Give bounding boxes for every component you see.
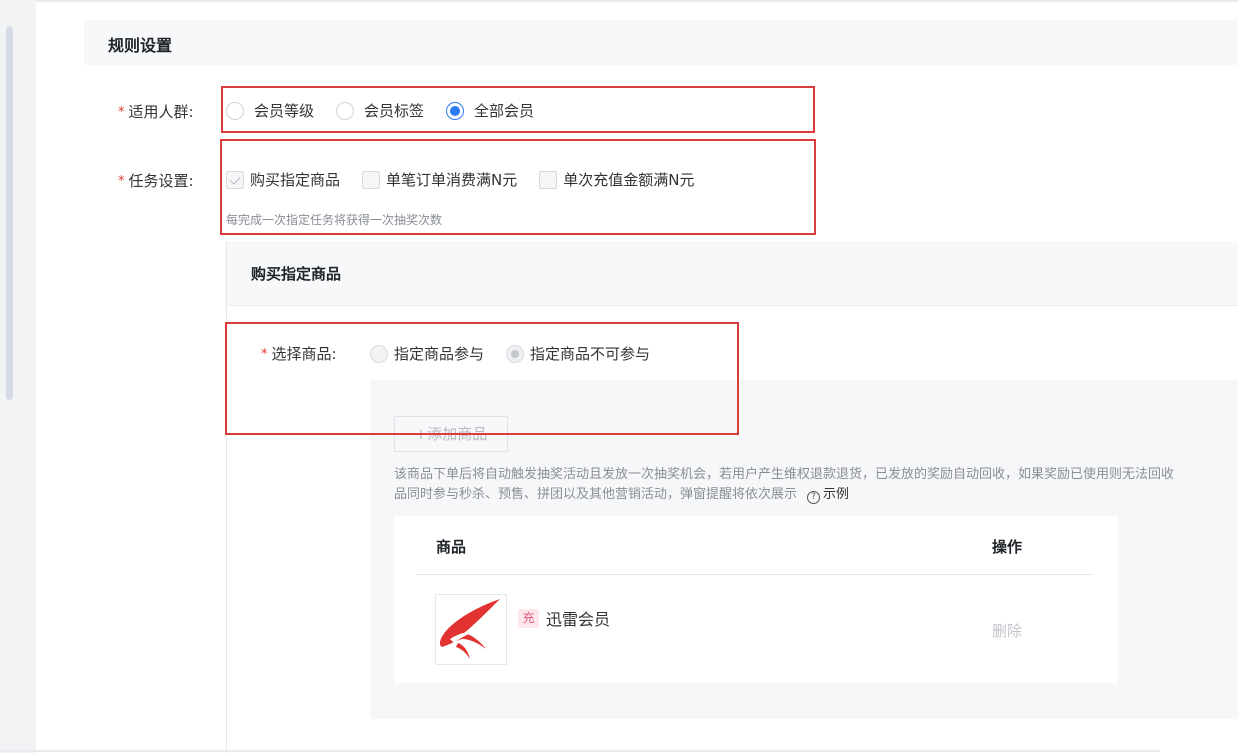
task-label-wrap: * 任务设置: (118, 170, 194, 191)
recharge-tag: 充 (518, 609, 539, 628)
audience-label-wrap: * 适用人群: (118, 101, 194, 122)
annotation-box-audience (221, 86, 815, 133)
example-link[interactable]: 示例 (823, 487, 849, 502)
annotation-box-task (220, 139, 816, 235)
goods-table: 商品 操作 充 迅雷会员 删除 (394, 516, 1118, 683)
table-header-goods: 商品 (436, 538, 467, 556)
goods-description-line1: 该商品下单后将自动触发抽奖活动且发放一次抽奖机会，若用户产生维权退款退货，已发放… (394, 467, 1175, 482)
table-header-divider (416, 574, 1094, 575)
question-circle-icon[interactable]: ? (807, 491, 821, 504)
top-divider (36, 0, 1238, 2)
annotation-box-select-goods (225, 322, 739, 435)
task-label: 任务设置: (128, 172, 194, 190)
delete-goods-link[interactable]: 删除 (992, 620, 1022, 641)
rule-settings-card: 规则设置 * 适用人群: 会员等级 会员标签 全部会员 * 任务设置: 购买指定商品… (36, 0, 1238, 753)
goods-thumbnail-xunlei-logo-icon (435, 594, 507, 665)
purchase-panel: 购买指定商品 * 选择商品: 指定商品参与 指定商品不可参与 +添加商品 该商品下… (226, 241, 1238, 753)
purchase-panel-header: 购买指定商品 (227, 241, 1238, 306)
scrollbar-thumb[interactable] (6, 26, 13, 400)
section-title: 规则设置 (108, 36, 173, 55)
goods-name: 迅雷会员 (546, 610, 611, 629)
goods-description-line2: 品同时参与秒杀、预售、拼团以及其他营销活动，弹窗提醒将依次展示 (394, 487, 798, 502)
required-mark: * (118, 174, 125, 189)
audience-label: 适用人群: (128, 103, 194, 121)
required-mark: * (118, 105, 125, 120)
section-header: 规则设置 (84, 20, 1238, 65)
bottom-divider (0, 750, 1160, 752)
goods-description-line2-wrap: 品同时参与秒杀、预售、拼团以及其他营销活动，弹窗提醒将依次展示? 示例 (394, 485, 1238, 505)
table-header-action: 操作 (992, 538, 1023, 556)
page-scrollbar[interactable] (0, 0, 16, 753)
xunlei-logo-icon (439, 599, 500, 659)
goods-description: 该商品下单后将自动触发抽奖活动且发放一次抽奖机会，若用户产生维权退款退货，已发放… (394, 465, 1238, 505)
purchase-panel-title: 购买指定商品 (251, 265, 342, 283)
